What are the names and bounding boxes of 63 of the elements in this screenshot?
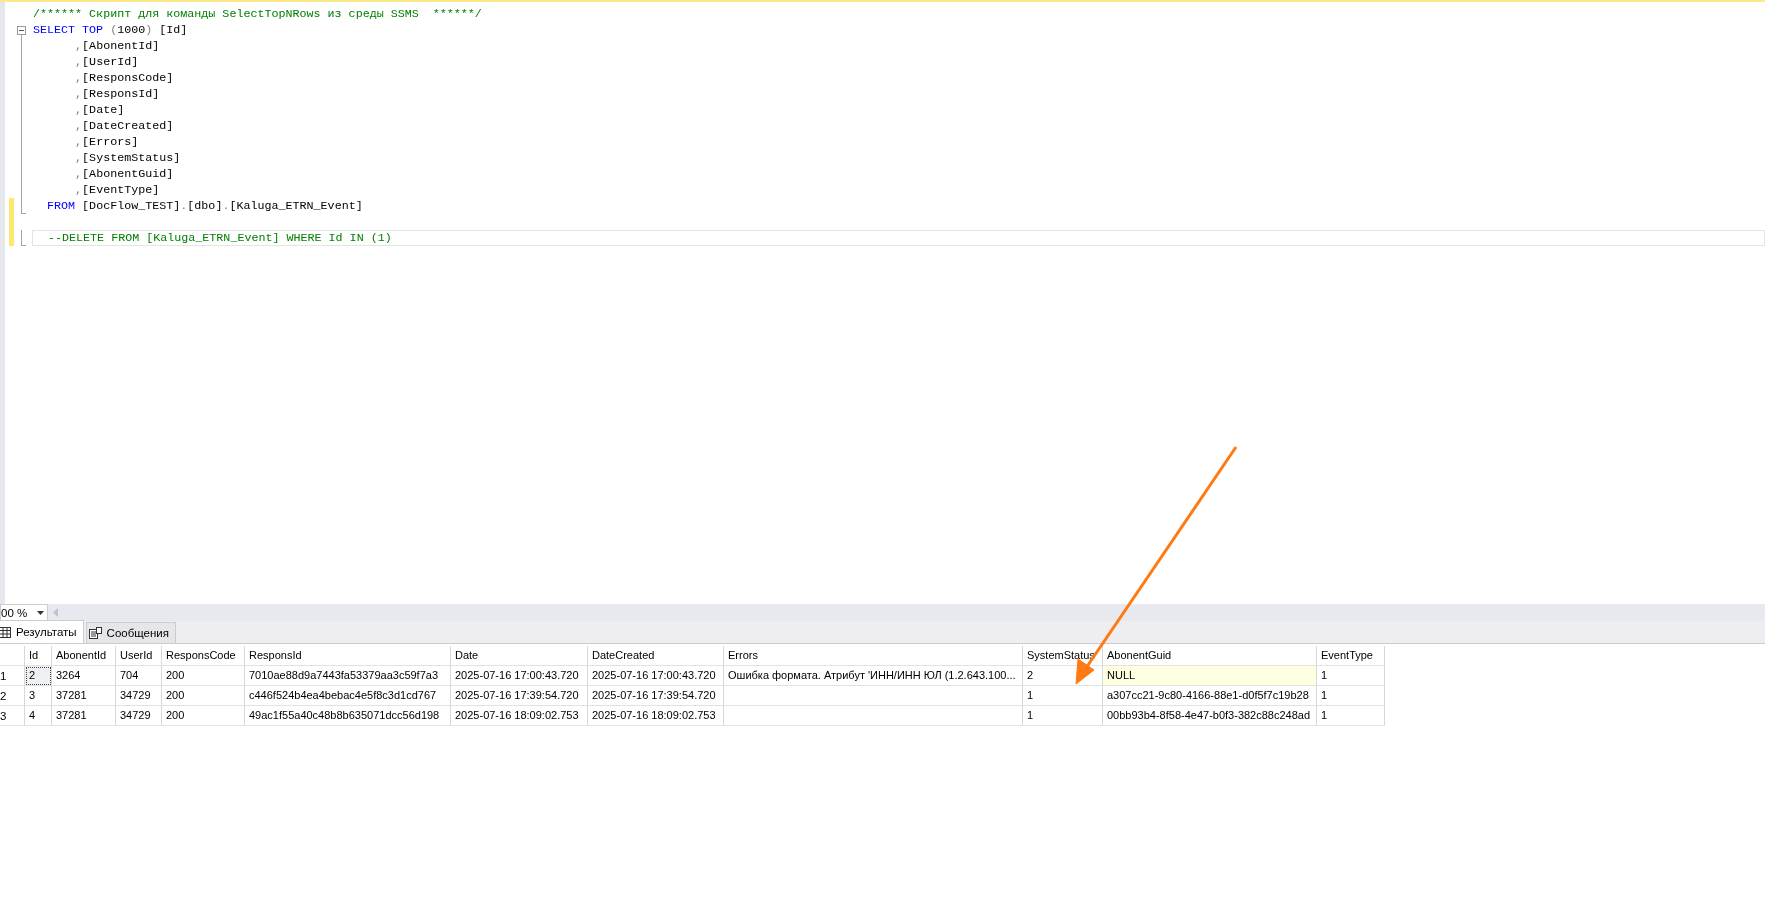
results-tab[interactable]: Сообщения bbox=[85, 622, 176, 643]
column-header[interactable]: ResponsCode bbox=[162, 646, 245, 666]
table-cell: 2025-07-16 17:00:43.720 bbox=[451, 666, 588, 686]
code-line: ,[AbonentId] bbox=[74, 38, 161, 54]
table-cell: 704 bbox=[116, 666, 162, 686]
code-line: /****** Скрипт для команды SelectTopNRows из среды SSMS ******/ bbox=[32, 6, 483, 22]
code-line: ,[Date] bbox=[74, 102, 126, 118]
column-header[interactable]: UserId bbox=[116, 646, 162, 666]
table-cell: NULL bbox=[1103, 666, 1317, 686]
table-cell: c446f524b4ea4bebac4e5f8c3d1cd767 bbox=[245, 686, 451, 706]
table-cell: 4 bbox=[25, 706, 52, 726]
caret-icon bbox=[37, 610, 44, 615]
table-cell: 2025-07-16 18:09:02.753 bbox=[588, 706, 724, 726]
table-cell: 1 bbox=[1317, 706, 1385, 726]
table-cell: 1 bbox=[1317, 686, 1385, 706]
column-header[interactable]: Errors bbox=[724, 646, 1023, 666]
code-line: ,[Errors] bbox=[74, 134, 140, 150]
table-cell: 1 bbox=[1317, 666, 1385, 686]
results-tab[interactable]: Результаты bbox=[0, 620, 84, 643]
table-cell: 1 bbox=[1023, 706, 1103, 726]
table-cell: 00bb93b4-8f58-4e47-b0f3-382c88c248ad bbox=[1103, 706, 1317, 726]
row-number[interactable]: 3 bbox=[0, 706, 25, 726]
code-line: ,[UserId] bbox=[74, 54, 140, 70]
column-header[interactable]: AbonentGuid bbox=[1103, 646, 1317, 666]
code-line: ,[ResponsCode] bbox=[74, 70, 175, 86]
code-line: SELECT TOP (1000) [Id] bbox=[32, 22, 189, 38]
column-header[interactable]: Id bbox=[25, 646, 52, 666]
column-header[interactable]: AbonentId bbox=[52, 646, 116, 666]
column-header[interactable]: EventType bbox=[1317, 646, 1385, 666]
table-cell: 2025-07-16 17:00:43.720 bbox=[588, 666, 724, 686]
table-cell: Ошибка формата. Атрибут 'ИНН/ИНН ЮЛ (1.2.643.100... bbox=[724, 666, 1023, 686]
code-line: ,[ResponsId] bbox=[74, 86, 161, 102]
code-line: ,[EventType] bbox=[74, 182, 161, 198]
grid-icon bbox=[0, 626, 11, 638]
table-cell: 200 bbox=[162, 666, 245, 686]
code-line: ,[AbonentGuid] bbox=[74, 166, 175, 182]
table-cell: 37281 bbox=[52, 686, 116, 706]
scroll-left-icon[interactable] bbox=[53, 608, 59, 617]
code-line: ,[SystemStatus] bbox=[74, 150, 182, 166]
table-cell: 2025-07-16 17:39:54.720 bbox=[588, 686, 724, 706]
table-cell: a307cc21-9c80-4166-88e1-d0f5f7c19b28 bbox=[1103, 686, 1317, 706]
column-header[interactable]: SystemStatus bbox=[1023, 646, 1103, 666]
document-icon bbox=[88, 627, 102, 639]
collapse-icon[interactable] bbox=[17, 26, 26, 35]
table-cell: 2 bbox=[25, 666, 52, 686]
table-cell: 200 bbox=[162, 686, 245, 706]
table-cell: 37281 bbox=[52, 706, 116, 726]
table-cell: 7010ae88d9a7443fa53379aa3c59f7a3 bbox=[245, 666, 451, 686]
table-cell: 200 bbox=[162, 706, 245, 726]
column-header[interactable]: DateCreated bbox=[588, 646, 724, 666]
table-cell: 3 bbox=[25, 686, 52, 706]
table-cell: 49ac1f55a40c48b8b635071dcc56d198 bbox=[245, 706, 451, 726]
code-line: ,[DateCreated] bbox=[74, 118, 175, 134]
table-cell: 3264 bbox=[52, 666, 116, 686]
row-number[interactable]: 2 bbox=[0, 686, 25, 706]
column-header[interactable]: ResponsId bbox=[245, 646, 451, 666]
table-cell: 2025-07-16 17:39:54.720 bbox=[451, 686, 588, 706]
table-cell: 1 bbox=[1023, 686, 1103, 706]
column-header[interactable]: Date bbox=[451, 646, 588, 666]
table-cell: 2025-07-16 18:09:02.753 bbox=[451, 706, 588, 726]
code-line: FROM [DocFlow_TEST].[dbo].[Kaluga_ETRN_Event] bbox=[46, 198, 364, 214]
table-cell: 34729 bbox=[116, 686, 162, 706]
table-cell: 34729 bbox=[116, 706, 162, 726]
